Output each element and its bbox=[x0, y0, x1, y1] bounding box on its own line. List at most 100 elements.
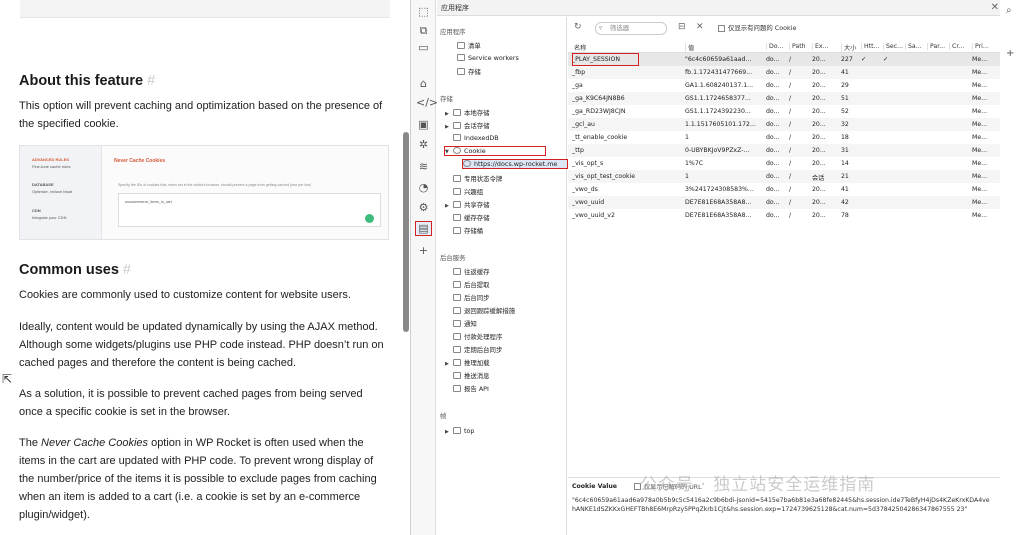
table-row[interactable]: _vwo_uuid_v2 DE7E81E68A358A8... do... / 20..… bbox=[568, 209, 1000, 222]
col-samesite[interactable]: Sa... bbox=[905, 43, 925, 50]
tree-item-storage-buckets[interactable]: 存储桶 bbox=[453, 226, 483, 235]
table-row[interactable]: _vwo_ds 3%241724308583%... do... / 20... 41 Me… bbox=[568, 183, 1000, 196]
col-domain[interactable]: Do... bbox=[766, 43, 788, 50]
tree-item-payment-handler[interactable]: 付款处理程序 bbox=[453, 332, 502, 341]
refresh-icon[interactable]: ↻ bbox=[574, 22, 582, 32]
cell-expires: 20... bbox=[812, 134, 826, 141]
sync-icon bbox=[453, 294, 461, 301]
tree-item-interest-groups[interactable]: 兴趣组 bbox=[453, 187, 483, 196]
anchor-link[interactable]: # bbox=[147, 73, 155, 89]
cell-value: 3%241724308583%... bbox=[685, 186, 754, 193]
elements-icon[interactable]: </> bbox=[416, 96, 438, 109]
cookie-value-label: Cookie Value bbox=[572, 483, 617, 490]
cell-size: 227 bbox=[841, 56, 853, 63]
cell-priority: Me... bbox=[972, 173, 988, 180]
cell-priority: Me... bbox=[972, 134, 988, 141]
tree-item-speculative-loads[interactable]: ▶ 推理加载 bbox=[445, 358, 490, 367]
performance-icon[interactable]: ◔ bbox=[416, 181, 431, 194]
tree-item-indexeddb[interactable]: IndexedDB bbox=[453, 134, 499, 142]
cell-path: / bbox=[789, 134, 792, 141]
memory-icon[interactable]: ⚙ bbox=[416, 201, 431, 214]
tree-item-periodic-sync[interactable]: 定期后台同步 bbox=[453, 345, 502, 354]
tree-item-service-workers[interactable]: Service workers bbox=[457, 54, 519, 62]
clear-all-icon[interactable]: ⊟ bbox=[678, 22, 686, 32]
table-row[interactable]: _ga_K9C64JN8B6 GS1.1.1724658377... do... / 2… bbox=[568, 92, 1000, 105]
cell-priority: Me... bbox=[972, 95, 988, 102]
cell-size: 52 bbox=[841, 108, 849, 115]
inspect-icon[interactable]: ⬚ bbox=[416, 5, 431, 18]
table-row[interactable]: _gcl_au 1.1.1517605101.172... do... / 20... 3… bbox=[568, 118, 1000, 131]
sources-bug-icon[interactable]: ✲ bbox=[416, 138, 431, 151]
col-size[interactable]: 大小 bbox=[841, 43, 859, 52]
tree-item-shared-storage[interactable]: ▶ 共享存储 bbox=[445, 200, 490, 209]
table-row[interactable]: _ga_RD23WJ8CJN GS1.1.1724392230... do... / 2… bbox=[568, 105, 1000, 118]
tree-item-bounce-tracking[interactable]: 退回跟踪缓解措施 bbox=[453, 306, 515, 315]
devtools-panel: ⬚ ⧉ ▭ ⌂ </> ▣ ✲ ≋ ◔ ⚙ ▤ + 应用程序 ✕ ⌕ + 应用程… bbox=[410, 0, 1024, 535]
tree-item-storage[interactable]: 存储 bbox=[457, 67, 481, 76]
table-row[interactable]: _vwo_uuid DE7E81E68A358A8... do... / 20... 42… bbox=[568, 196, 1000, 209]
console-icon[interactable]: ▣ bbox=[416, 118, 431, 131]
cell-domain: do... bbox=[766, 160, 780, 167]
page-scrollbar[interactable] bbox=[403, 132, 409, 332]
application-sidebar-tree: 应用程序 清单 Service workers 存储 存储 ▶ 本地存储 ▶ 会话存… bbox=[437, 17, 568, 535]
tree-item-notifications[interactable]: 通知 bbox=[453, 319, 477, 328]
tree-item-private-state-tokens[interactable]: 专用状态令牌 bbox=[453, 174, 502, 183]
table-row[interactable]: _vis_opt_s 1%7C do... / 20... 14 Me... bbox=[568, 157, 1000, 170]
cell-value: 0-UBYBKJoV9PZxZ-... bbox=[685, 147, 750, 154]
tree-item-push-messaging[interactable]: 推送消息 bbox=[453, 371, 490, 380]
col-httponly[interactable]: Htt... bbox=[861, 43, 881, 50]
application-panel-icon[interactable]: ▤ bbox=[415, 221, 432, 236]
tree-item-cookie[interactable]: ▼ Cookie bbox=[444, 146, 546, 156]
filter-input[interactable]: 筛选器 bbox=[595, 22, 667, 35]
tree-item-manifest[interactable]: 清单 bbox=[457, 41, 481, 50]
only-issues-checkbox[interactable] bbox=[718, 25, 725, 32]
database-icon bbox=[453, 214, 461, 221]
more-tools-plus-icon[interactable]: + bbox=[416, 244, 431, 257]
tree-item-top-frame[interactable]: ▶ top bbox=[445, 427, 474, 435]
drawer-icon[interactable]: ▭ bbox=[416, 41, 431, 54]
search-icon[interactable]: ⌕ bbox=[1006, 5, 1012, 16]
tree-item-cookie-origin[interactable]: https://docs.wp-rocket.me bbox=[462, 159, 568, 169]
col-priority[interactable]: Pri... bbox=[972, 43, 996, 50]
tree-item-session-storage[interactable]: ▶ 会话存储 bbox=[445, 121, 490, 130]
tree-item-background-fetch[interactable]: 后台提取 bbox=[453, 280, 490, 289]
cell-domain: do... bbox=[766, 147, 780, 154]
delete-selected-icon[interactable]: ✕ bbox=[696, 22, 704, 32]
welcome-home-icon[interactable]: ⌂ bbox=[416, 77, 431, 90]
cell-size: 51 bbox=[841, 95, 849, 102]
cell-name: _ga_K9C64JN8B6 bbox=[572, 95, 625, 102]
device-toolbar-icon[interactable]: ⧉ bbox=[416, 24, 431, 38]
database-icon bbox=[453, 188, 461, 195]
close-panel-icon[interactable]: ✕ bbox=[991, 0, 999, 16]
anchor-link[interactable]: # bbox=[123, 262, 131, 278]
col-partition-key[interactable]: Par... bbox=[927, 43, 947, 50]
cookie-value-text[interactable]: "6c4c60659a61aad6a978a0b5b9c5c5416a2c9b6… bbox=[572, 496, 990, 514]
sidebar-database-sub: Optimize, reduce bloat bbox=[32, 189, 73, 194]
tree-item-local-storage[interactable]: ▶ 本地存储 bbox=[445, 108, 490, 117]
col-name[interactable]: 名称 bbox=[572, 43, 680, 52]
network-wifi-icon[interactable]: ≋ bbox=[416, 160, 431, 173]
common-uses-p3: As a solution, it is possible to prevent… bbox=[19, 388, 363, 418]
table-row[interactable]: _vis_opt_test_cookie 1 do... / 会话 21 Me... bbox=[568, 170, 1000, 183]
tree-item-cache-storage[interactable]: 缓存存储 bbox=[453, 213, 490, 222]
col-path[interactable]: Path bbox=[789, 43, 811, 50]
col-cross-site[interactable]: Cr... bbox=[949, 43, 969, 50]
table-row[interactable]: _PLAY_SESSION "6c4c60659a61aad... do.../20… bbox=[568, 53, 1000, 66]
feature-sidebar: ADVANCED RULES Fine-tune cache rules DAT… bbox=[20, 146, 102, 239]
tree-item-background-sync[interactable]: 后台同步 bbox=[453, 293, 490, 302]
add-icon[interactable]: + bbox=[1006, 48, 1014, 59]
col-value[interactable]: 值 bbox=[685, 43, 765, 52]
table-row[interactable]: _fbp fb.1.172431477669... do... / 20... 41 Me.… bbox=[568, 66, 1000, 79]
tree-item-reporting-api[interactable]: 报告 API bbox=[453, 384, 489, 393]
cell-path: / bbox=[789, 121, 792, 128]
section-application: 应用程序 bbox=[440, 28, 466, 36]
table-row[interactable]: _ga GA1.1.608240137.1... do... / 20... 29 Me..… bbox=[568, 79, 1000, 92]
cell-expires: 20... bbox=[812, 82, 826, 89]
table-row[interactable]: _tt_enable_cookie 1 do... / 20... 18 Me... bbox=[568, 131, 1000, 144]
tree-item-bfcache[interactable]: 往返缓存 bbox=[453, 267, 490, 276]
cell-expires: 20... bbox=[812, 186, 826, 193]
col-secure[interactable]: Sec... bbox=[883, 43, 903, 50]
table-row[interactable]: _ttp 0-UBYBKJoV9PZxZ-... do... / 20... 31 Me..… bbox=[568, 144, 1000, 157]
cell-path: / bbox=[789, 69, 792, 76]
col-expires[interactable]: Ex... bbox=[812, 43, 840, 50]
